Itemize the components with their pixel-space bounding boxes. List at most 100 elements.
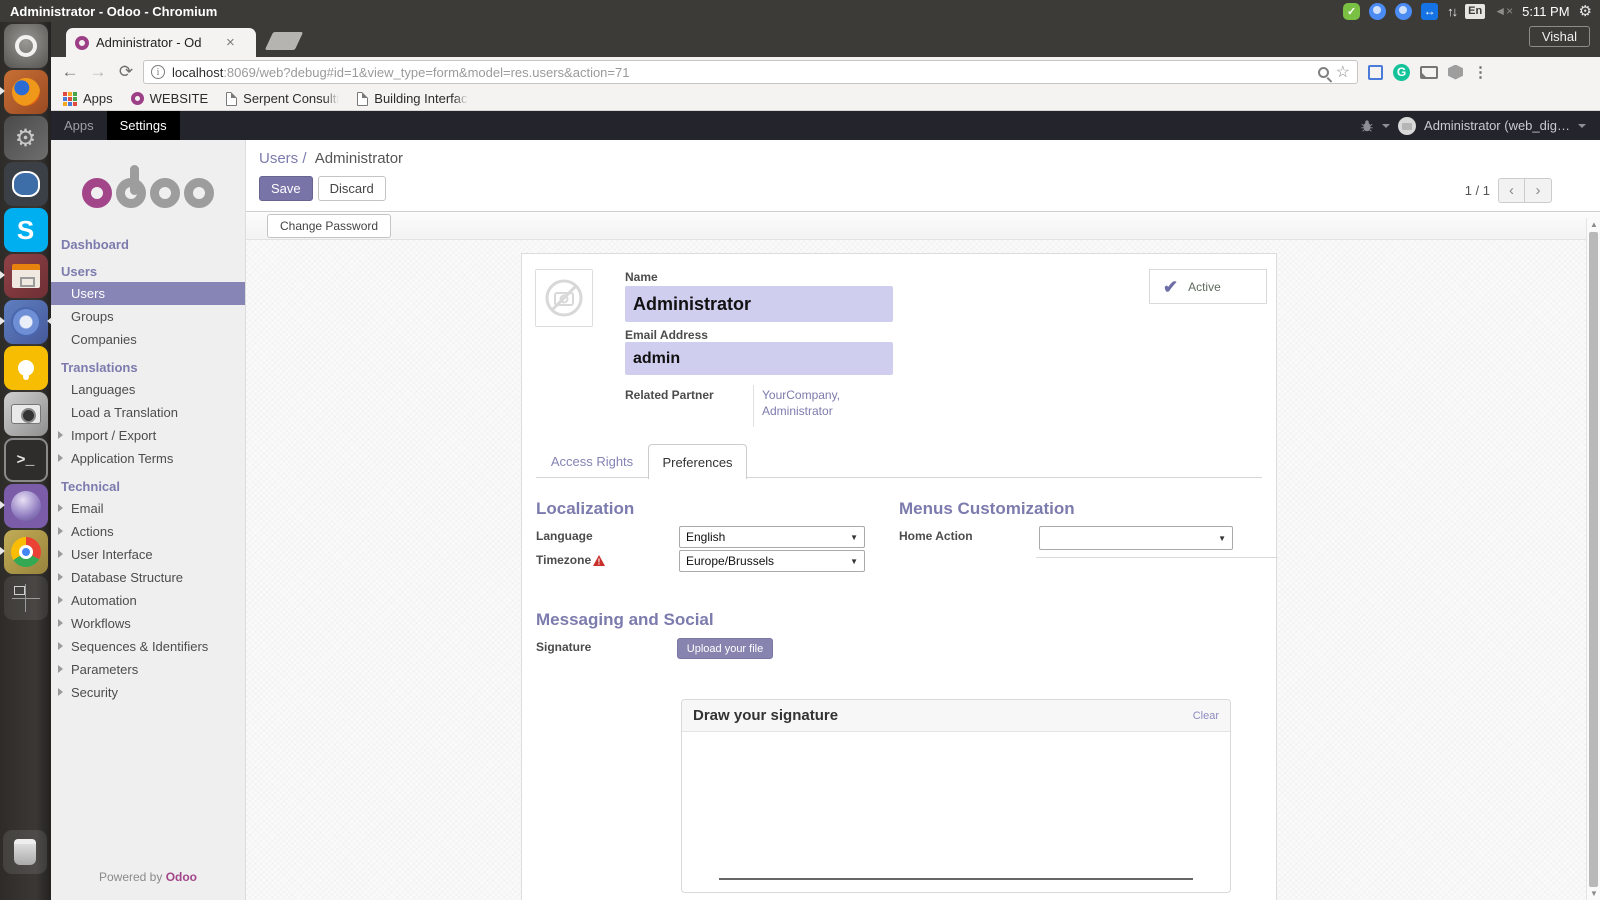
bookmark-serpent-consulting[interactable]: Serpent Consulti	[226, 91, 340, 106]
keyboard-layout-indicator[interactable]: En	[1465, 3, 1486, 19]
file-archive-icon[interactable]	[0, 254, 48, 298]
active-field[interactable]: ✔ Active	[1149, 269, 1267, 304]
save-button[interactable]: Save	[259, 176, 313, 201]
chromium-launcher-icon[interactable]	[0, 300, 52, 344]
chrome-icon[interactable]	[0, 530, 48, 574]
tab-preferences[interactable]: Preferences	[648, 444, 747, 479]
skype-status-icon[interactable]: ✓	[1343, 2, 1361, 20]
home-action-select[interactable]: ▼	[1039, 526, 1233, 550]
pager-prev-button[interactable]: ‹	[1498, 178, 1525, 203]
eclipse-icon[interactable]	[0, 484, 48, 528]
sidebar-item-languages[interactable]: Languages	[51, 378, 245, 401]
discard-button[interactable]: Discard	[317, 176, 386, 201]
sidebar-item-user-interface[interactable]: User Interface	[51, 543, 245, 566]
sidebar-item-database-structure[interactable]: Database Structure	[51, 566, 245, 589]
browser-tab[interactable]: Administrator - Od ×	[66, 28, 256, 57]
language-select[interactable]: English ▼	[679, 526, 865, 548]
grammarly-extension-icon[interactable]: G	[1393, 63, 1410, 81]
expand-arrow-icon	[58, 527, 63, 535]
trash-icon[interactable]	[3, 830, 47, 874]
control-panel: Users / Administrator Save Discard 1 / 1…	[246, 140, 1600, 211]
timezone-select[interactable]: Europe/Brussels ▼	[679, 550, 865, 572]
reload-button[interactable]: ⟳	[115, 62, 137, 82]
debug-bug-icon[interactable]	[1360, 119, 1374, 133]
browser-profile-badge[interactable]: Vishal	[1528, 26, 1590, 47]
no-photo-camera-icon	[545, 279, 583, 317]
camera-app-icon[interactable]	[3, 392, 48, 436]
session-gear-icon[interactable]: ⚙	[1579, 2, 1592, 20]
active-label: Active	[1188, 279, 1221, 294]
clear-signature-link[interactable]: Clear	[1193, 710, 1219, 722]
screenshot-extension-icon[interactable]	[1368, 64, 1383, 80]
breadcrumb-users-link[interactable]: Users /	[259, 150, 307, 167]
sidebar-item-users[interactable]: Users	[51, 282, 245, 305]
sidebar-item-dashboard[interactable]: Dashboard	[51, 234, 245, 255]
signature-canvas[interactable]	[682, 732, 1230, 892]
zoom-search-icon[interactable]	[1317, 66, 1329, 78]
sidebar-item-sequences-identifiers[interactable]: Sequences & Identifiers	[51, 635, 245, 658]
chromium-icon[interactable]	[1395, 2, 1413, 20]
bookmark-label: WEBSITE	[149, 91, 209, 106]
back-button[interactable]: ←	[59, 62, 81, 82]
cube-extension-icon[interactable]	[1448, 64, 1463, 80]
checkmark-icon[interactable]: ✔	[1163, 278, 1178, 296]
sidebar-item-actions[interactable]: Actions	[51, 520, 245, 543]
chromium-icon[interactable]	[1369, 2, 1387, 20]
scroll-up-icon[interactable]: ▲	[1590, 220, 1598, 229]
bookmark-star-icon[interactable]: ☆	[1336, 62, 1350, 82]
bookmark-website[interactable]: WEBSITE	[130, 91, 209, 106]
upload-file-button[interactable]: Upload your file	[677, 638, 773, 659]
terminal-icon[interactable]: >_	[3, 438, 48, 482]
sidebar-item-companies[interactable]: Companies	[51, 328, 245, 351]
skype-icon[interactable]: S	[3, 208, 48, 252]
change-password-button[interactable]: Change Password	[267, 214, 392, 238]
sidebar-item-import-export[interactable]: Import / Export	[51, 424, 245, 447]
related-partner-link[interactable]: YourCompany, Administrator	[762, 387, 840, 419]
tab-close-icon[interactable]: ×	[226, 35, 235, 50]
network-arrows-icon[interactable]: ↑↓	[1447, 4, 1458, 19]
home-action-label: Home Action	[899, 529, 973, 543]
scroll-down-icon[interactable]: ▼	[1590, 889, 1598, 898]
teamviewer-icon[interactable]: ↔	[1421, 2, 1439, 20]
url-text[interactable]: localhost:8069/web?debug#id=1&view_type=…	[172, 65, 1311, 80]
name-input[interactable]: Administrator	[625, 286, 893, 322]
page-info-icon[interactable]: i	[151, 65, 165, 79]
tab-access-rights[interactable]: Access Rights	[536, 444, 648, 478]
postgresql-icon[interactable]	[3, 162, 48, 206]
sidebar-menu: Dashboard Users Users Groups Companies T…	[51, 234, 245, 704]
cast-extension-icon[interactable]	[1420, 65, 1438, 79]
google-keep-icon[interactable]	[3, 346, 48, 390]
nav-item-apps[interactable]: Apps	[51, 111, 107, 140]
sidebar-item-security[interactable]: Security	[51, 681, 245, 704]
bookmark-building-interface[interactable]: Building Interfac	[357, 91, 468, 106]
url-bar[interactable]: i localhost:8069/web?debug#id=1&view_typ…	[143, 60, 1358, 84]
firefox-icon[interactable]	[0, 70, 48, 114]
nav-item-settings[interactable]: Settings	[106, 111, 180, 140]
page-scrollbar[interactable]: ▲ ▼	[1586, 218, 1600, 900]
volume-muted-icon[interactable]: ◄×	[1494, 4, 1513, 18]
powered-by-brand[interactable]: Odoo	[166, 870, 197, 884]
email-input[interactable]: admin	[625, 342, 893, 375]
forward-button[interactable]: →	[87, 62, 109, 82]
system-settings-icon[interactable]: ⚙	[3, 116, 48, 160]
new-tab-button[interactable]	[264, 32, 304, 50]
user-image-field[interactable]	[535, 269, 593, 327]
sidebar-item-automation[interactable]: Automation	[51, 589, 245, 612]
clock[interactable]: 5:11 PM	[1522, 4, 1569, 19]
user-menu[interactable]: Administrator (web_dig…	[1424, 118, 1570, 133]
sidebar-item-workflows[interactable]: Workflows	[51, 612, 245, 635]
ubuntu-dash-icon[interactable]	[3, 24, 48, 68]
sidebar-item-groups[interactable]: Groups	[51, 305, 245, 328]
scrollbar-thumb[interactable]	[1589, 232, 1598, 887]
sidebar-item-parameters[interactable]: Parameters	[51, 658, 245, 681]
sidebar-section-technical: Technical	[61, 479, 121, 494]
bookmark-apps[interactable]: Apps	[63, 91, 113, 106]
sidebar-item-label: Sequences & Identifiers	[71, 639, 209, 654]
pager-next-button[interactable]: ›	[1525, 178, 1552, 203]
sidebar-item-application-terms[interactable]: Application Terms	[51, 447, 245, 470]
workspace-switcher-icon[interactable]	[3, 576, 48, 620]
sidebar-item-load-a-translation[interactable]: Load a Translation	[51, 401, 245, 424]
firefox-logo-icon	[11, 78, 40, 106]
sidebar-item-email[interactable]: Email	[51, 497, 245, 520]
browser-menu-icon[interactable]: ⋮	[1473, 63, 1488, 81]
